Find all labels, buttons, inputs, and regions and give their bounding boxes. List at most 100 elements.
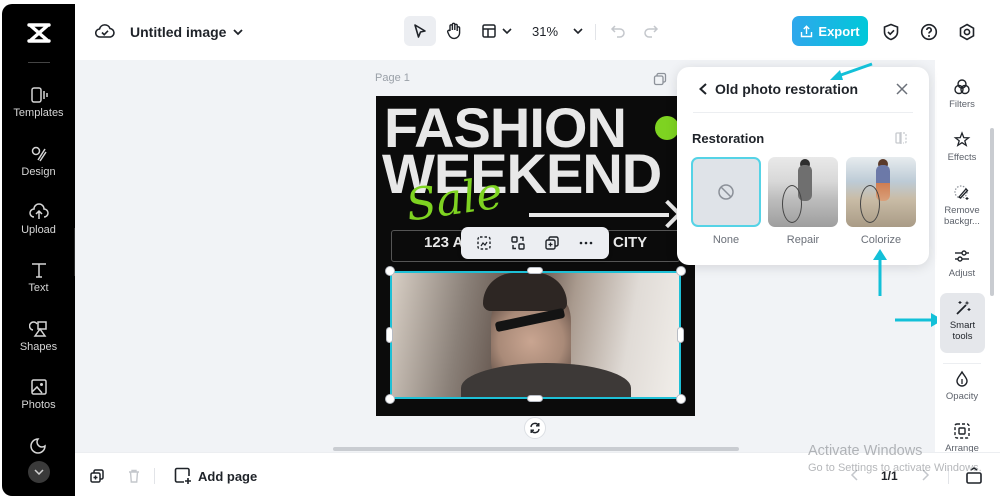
- cloud-sync-icon[interactable]: [94, 23, 115, 44]
- settings-icon[interactable]: [958, 23, 976, 46]
- export-button[interactable]: Export: [792, 16, 868, 46]
- select-tool-button[interactable]: [404, 16, 436, 46]
- sidebar-item-text[interactable]: Text: [2, 261, 75, 294]
- more-options-icon[interactable]: [578, 235, 594, 251]
- magic-wand-icon: [955, 300, 970, 315]
- right-tool-label: Remove backgr...: [944, 205, 980, 227]
- duplicate-page-icon[interactable]: [89, 468, 105, 489]
- layout-menu-button[interactable]: [476, 16, 518, 46]
- right-tool-opacity[interactable]: Opacity: [937, 370, 987, 402]
- right-tool-effects[interactable]: Effects: [937, 131, 987, 163]
- remove-background-icon: [954, 185, 969, 200]
- right-tool-arrange[interactable]: Arrange: [937, 422, 987, 454]
- replace-image-icon[interactable]: [510, 235, 526, 251]
- horizontal-scrollbar[interactable]: [333, 447, 739, 451]
- left-sidebar: Templates Design Upload Text Shapes Phot…: [2, 4, 75, 496]
- filters-icon: [954, 79, 970, 95]
- capcut-logo[interactable]: [2, 22, 75, 49]
- back-chevron-icon[interactable]: [697, 82, 709, 101]
- chevron-down-icon: [502, 28, 512, 35]
- text-icon: [31, 263, 46, 278]
- rotate-icon: [530, 422, 540, 434]
- close-icon[interactable]: [895, 82, 909, 101]
- resize-handle-top-left[interactable]: [385, 266, 395, 276]
- delete-page-icon[interactable]: [126, 468, 142, 489]
- right-tool-remove-background[interactable]: Remove backgr...: [937, 184, 987, 227]
- sidebar-item-label: Design: [21, 166, 56, 178]
- right-tool-label: Smart tools: [949, 320, 976, 342]
- windows-activation-hint: Go to Settings to activate Windows.: [808, 462, 982, 474]
- rotate-handle[interactable]: [524, 417, 546, 439]
- vertical-scrollbar[interactable]: [990, 128, 994, 296]
- hand-tool-button[interactable]: [440, 16, 468, 46]
- sidebar-item-design[interactable]: Design: [2, 145, 75, 178]
- adjust-sliders-icon: [955, 250, 969, 262]
- restoration-option-colorize[interactable]: Colorize: [846, 157, 916, 246]
- redo-icon[interactable]: [643, 23, 659, 44]
- option-label: None: [712, 234, 740, 246]
- sidebar-item-shapes[interactable]: Shapes: [2, 320, 75, 353]
- repair-thumbnail: [768, 157, 838, 227]
- sidebar-item-stickers[interactable]: [2, 436, 75, 457]
- sidebar-item-label: Text: [28, 282, 49, 294]
- help-icon[interactable]: [920, 23, 938, 46]
- resize-handle-bottom-left[interactable]: [385, 394, 395, 404]
- sidebar-item-photos[interactable]: Photos: [2, 378, 75, 411]
- duplicate-icon[interactable]: [544, 235, 560, 251]
- toolbar-divider: [595, 24, 596, 40]
- resize-handle-bottom-right[interactable]: [676, 394, 686, 404]
- undo-icon[interactable]: [610, 23, 626, 44]
- poster-address-text: 123 A: [424, 234, 464, 251]
- export-label: Export: [818, 23, 860, 39]
- photos-icon: [30, 379, 47, 395]
- resize-handle-top-right[interactable]: [676, 266, 686, 276]
- sidebar-more-button[interactable]: [28, 461, 50, 483]
- upload-icon: [28, 203, 49, 219]
- resize-handle-left[interactable]: [386, 327, 393, 343]
- selection-box[interactable]: [390, 271, 681, 399]
- resize-handle-top[interactable]: [527, 267, 543, 274]
- right-tool-smart-tools[interactable]: Smart tools: [940, 293, 985, 353]
- right-tool-label: Effects: [947, 152, 977, 163]
- arrange-icon: [954, 423, 970, 439]
- chevron-down-icon[interactable]: [232, 25, 244, 43]
- poster-arrow-shape[interactable]: [529, 213, 669, 217]
- sidebar-item-templates[interactable]: Templates: [2, 86, 75, 119]
- add-page-button[interactable]: Add page: [174, 467, 257, 485]
- templates-icon: [30, 87, 48, 103]
- right-tool-adjust[interactable]: Adjust: [937, 247, 987, 279]
- sidebar-item-upload[interactable]: Upload: [2, 203, 75, 236]
- smart-crop-icon[interactable]: [476, 235, 492, 251]
- right-toolbar: Filters Effects Remove backgr... Adjust …: [937, 67, 987, 455]
- option-thumbnail: [691, 157, 761, 227]
- resize-handle-right[interactable]: [677, 327, 684, 343]
- compare-icon[interactable]: [894, 131, 908, 150]
- zoom-dropdown-chevron-icon[interactable]: [572, 24, 584, 42]
- hand-icon: [446, 22, 461, 40]
- right-tool-filters[interactable]: Filters: [937, 78, 987, 110]
- zoom-level[interactable]: 31%: [532, 24, 558, 39]
- windows-activation-watermark: Activate Windows: [808, 443, 923, 459]
- duplicate-page-icon[interactable]: [653, 72, 667, 91]
- right-tool-label: Opacity: [945, 391, 979, 402]
- chevron-down-icon: [34, 469, 44, 475]
- restoration-option-none[interactable]: None: [691, 157, 761, 246]
- top-bar: Untitled image 31% Export: [75, 4, 1000, 60]
- option-label: Colorize: [860, 234, 902, 246]
- poster-city-text: CITY: [613, 234, 648, 251]
- option-label: Repair: [786, 234, 820, 246]
- resize-handle-bottom[interactable]: [527, 395, 543, 402]
- element-context-toolbar: [461, 227, 609, 259]
- document-title[interactable]: Untitled image: [130, 24, 226, 40]
- green-badge-shape[interactable]: [655, 116, 679, 140]
- right-tool-label: Filters: [949, 99, 975, 110]
- sidebar-divider: [28, 62, 50, 63]
- restoration-option-repair[interactable]: Repair: [768, 157, 838, 246]
- panel-divider: [693, 112, 913, 113]
- effects-star-icon: [953, 131, 971, 147]
- export-icon: [801, 24, 813, 37]
- bottom-divider: [154, 468, 155, 484]
- shield-check-icon[interactable]: [882, 23, 900, 46]
- none-icon: [718, 184, 734, 200]
- old-photo-restoration-panel: Old photo restoration Restoration None R…: [677, 67, 929, 265]
